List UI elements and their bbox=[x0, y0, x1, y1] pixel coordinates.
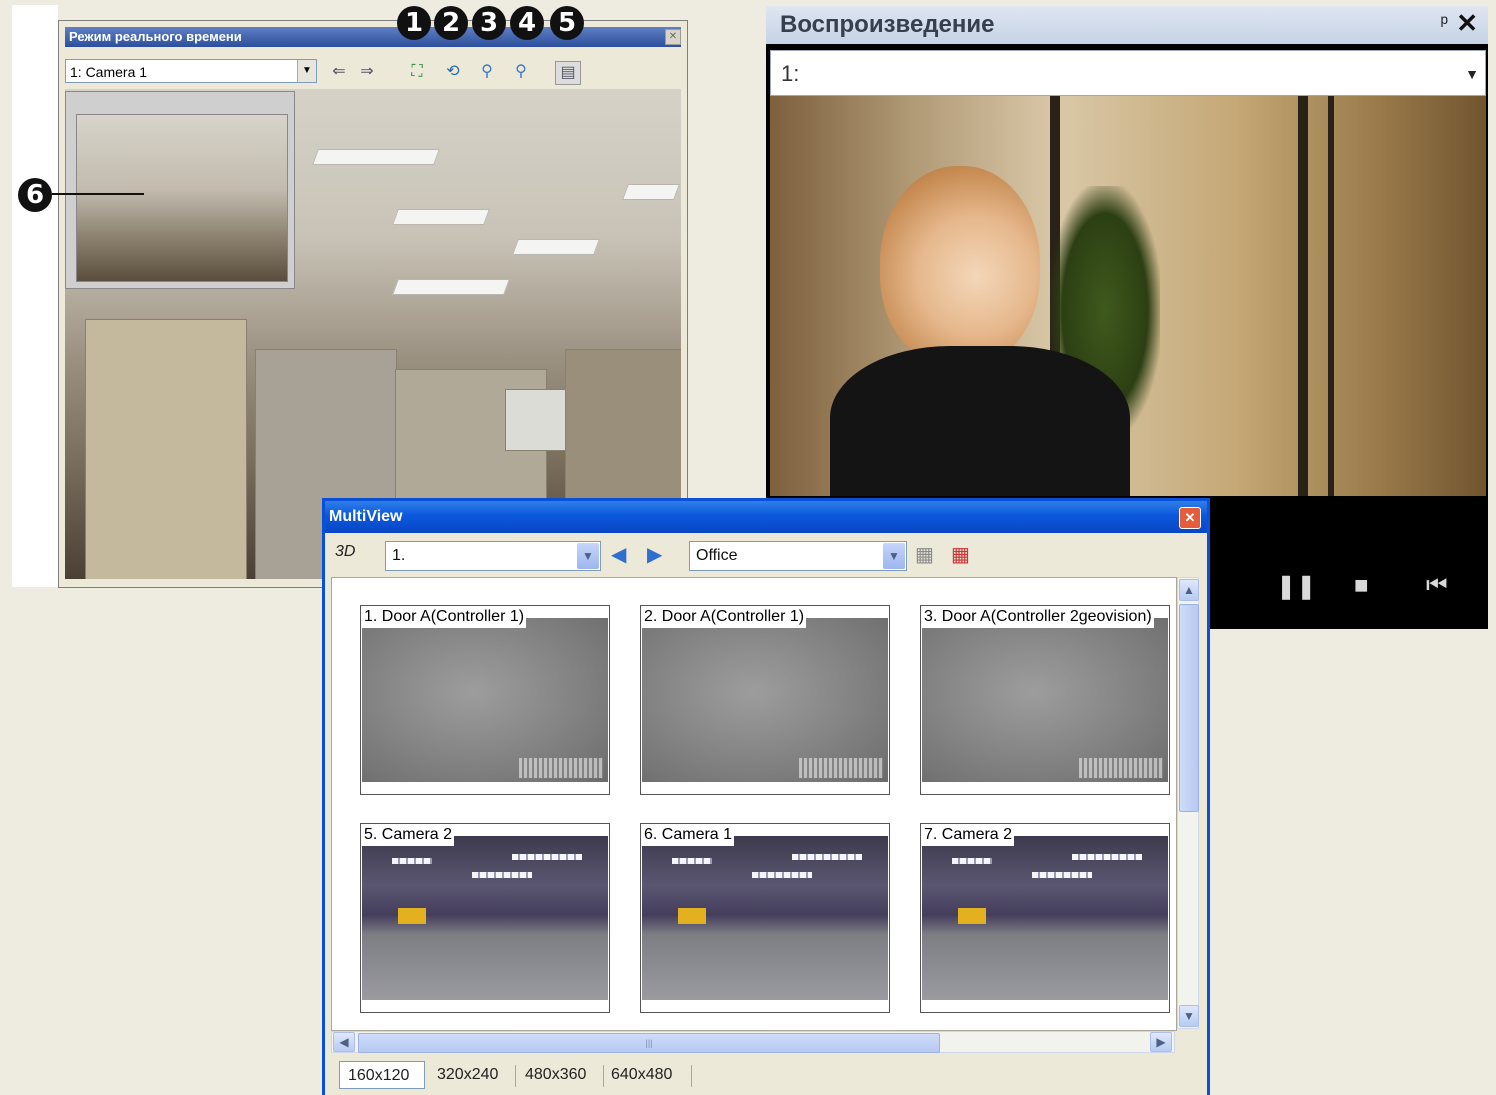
playback-title: Воспроизведение bbox=[766, 6, 1488, 44]
camera-tile[interactable]: 2. Door A(Controller 1) bbox=[640, 605, 890, 795]
callout-1: 1 bbox=[397, 6, 431, 40]
horizontal-scroll-thumb[interactable]: ||| bbox=[358, 1033, 940, 1053]
callout-2: 2 bbox=[434, 6, 468, 40]
group-select-value: Office bbox=[696, 547, 738, 564]
chevron-down-icon[interactable]: ▼ bbox=[577, 543, 599, 569]
callout-3: 3 bbox=[472, 6, 506, 40]
pause-icon[interactable]: ❚❚ bbox=[1276, 572, 1316, 601]
channel-select[interactable]: 1: ▼ bbox=[770, 50, 1486, 96]
prev-view-icon[interactable]: ◀ bbox=[611, 543, 626, 567]
multiview-window: MultiView ✕ 3D 1. ▼ ◀ ▶ Office ▼ ▦ ▦ 1. … bbox=[322, 498, 1210, 1095]
next-view-icon[interactable]: ▶ bbox=[647, 543, 662, 567]
window-backdrop bbox=[12, 5, 58, 587]
scroll-left-icon[interactable]: ◀ bbox=[333, 1032, 355, 1052]
camera-tile[interactable]: 5. Camera 2 bbox=[360, 823, 610, 1013]
pan-right-icon[interactable]: ⇒ bbox=[355, 61, 379, 83]
playback-video bbox=[770, 96, 1486, 496]
scroll-right-icon[interactable]: ▶ bbox=[1150, 1032, 1172, 1052]
multiview-title: MultiView bbox=[325, 501, 1207, 533]
channel-select-value: 1: bbox=[781, 61, 800, 86]
grid-layout-icon[interactable]: ▦ bbox=[915, 543, 934, 567]
close-icon[interactable]: ✕ bbox=[1456, 8, 1478, 39]
camera-select-value: 1: Camera 1 bbox=[70, 64, 148, 80]
chevron-down-icon[interactable]: ▼ bbox=[297, 60, 316, 82]
camera-grid: 1. Door A(Controller 1) 2. Door A(Contro… bbox=[331, 577, 1177, 1031]
camera-select[interactable]: 1: Camera 1 ▼ bbox=[65, 59, 317, 83]
size-480x360[interactable]: 480x360 bbox=[517, 1061, 601, 1089]
3d-toggle[interactable]: 3D bbox=[335, 543, 355, 561]
camera-tile[interactable]: 6. Camera 1 bbox=[640, 823, 890, 1013]
camera-tile[interactable]: 1. Door A(Controller 1) bbox=[360, 605, 610, 795]
chevron-down-icon[interactable]: ▼ bbox=[883, 543, 905, 569]
horizontal-scrollbar[interactable]: ◀ ||| ▶ bbox=[331, 1031, 1175, 1053]
callout-5: 5 bbox=[550, 6, 584, 40]
view-select-value: 1. bbox=[392, 547, 406, 564]
tile-label: 3. Door A(Controller 2geovision) bbox=[922, 606, 1154, 628]
size-640x480[interactable]: 640x480 bbox=[603, 1061, 689, 1089]
grid-layout-red-icon[interactable]: ▦ bbox=[951, 543, 970, 567]
snapshot-icon[interactable]: ▤ bbox=[555, 61, 581, 85]
scroll-down-icon[interactable]: ▼ bbox=[1179, 1005, 1199, 1027]
rewind-start-icon[interactable]: ⏮ bbox=[1426, 572, 1448, 600]
callout-4: 4 bbox=[510, 6, 544, 40]
tile-label: 1. Door A(Controller 1) bbox=[362, 606, 527, 628]
vertical-scrollbar[interactable]: ▲ ▼ bbox=[1177, 577, 1199, 1029]
tile-label: 2. Door A(Controller 1) bbox=[642, 606, 807, 628]
fullscreen-icon[interactable]: ⛶ bbox=[405, 61, 429, 83]
pan-left-icon[interactable]: ⇐ bbox=[327, 61, 351, 83]
zoom-in-icon[interactable]: ⚲ bbox=[475, 61, 499, 83]
pin-icon[interactable]: ᵖ bbox=[1440, 12, 1448, 35]
tile-label: 6. Camera 1 bbox=[642, 824, 735, 846]
close-button[interactable]: ✕ bbox=[1179, 507, 1201, 529]
camera-tile[interactable]: 7. Camera 2 bbox=[920, 823, 1170, 1013]
zoom-out-icon[interactable]: ⚲ bbox=[509, 61, 533, 83]
callout-6-leader bbox=[52, 193, 144, 195]
picture-in-picture[interactable] bbox=[65, 91, 295, 289]
group-select[interactable]: Office ▼ bbox=[689, 541, 907, 571]
callout-6: 6 bbox=[18, 178, 52, 212]
multiview-toolbar: 3D 1. ▼ ◀ ▶ Office ▼ ▦ ▦ bbox=[329, 537, 1203, 575]
vertical-scroll-thumb[interactable] bbox=[1179, 604, 1199, 812]
chevron-down-icon[interactable]: ▼ bbox=[1465, 51, 1479, 97]
scroll-up-icon[interactable]: ▲ bbox=[1179, 579, 1199, 601]
tile-label: 5. Camera 2 bbox=[362, 824, 455, 846]
camera-tile[interactable]: 3. Door A(Controller 2geovision) bbox=[920, 605, 1170, 795]
size-320x240[interactable]: 320x240 bbox=[429, 1061, 513, 1089]
rotate-icon[interactable]: ⟲ bbox=[441, 61, 465, 83]
stop-icon[interactable]: ■ bbox=[1354, 572, 1369, 600]
tile-label: 7. Camera 2 bbox=[922, 824, 1015, 846]
realtime-title: Режим реального времени bbox=[65, 27, 681, 47]
realtime-close-button[interactable]: ✕ bbox=[665, 29, 681, 45]
view-select[interactable]: 1. ▼ bbox=[385, 541, 601, 571]
size-160x120[interactable]: 160x120 bbox=[339, 1061, 425, 1089]
